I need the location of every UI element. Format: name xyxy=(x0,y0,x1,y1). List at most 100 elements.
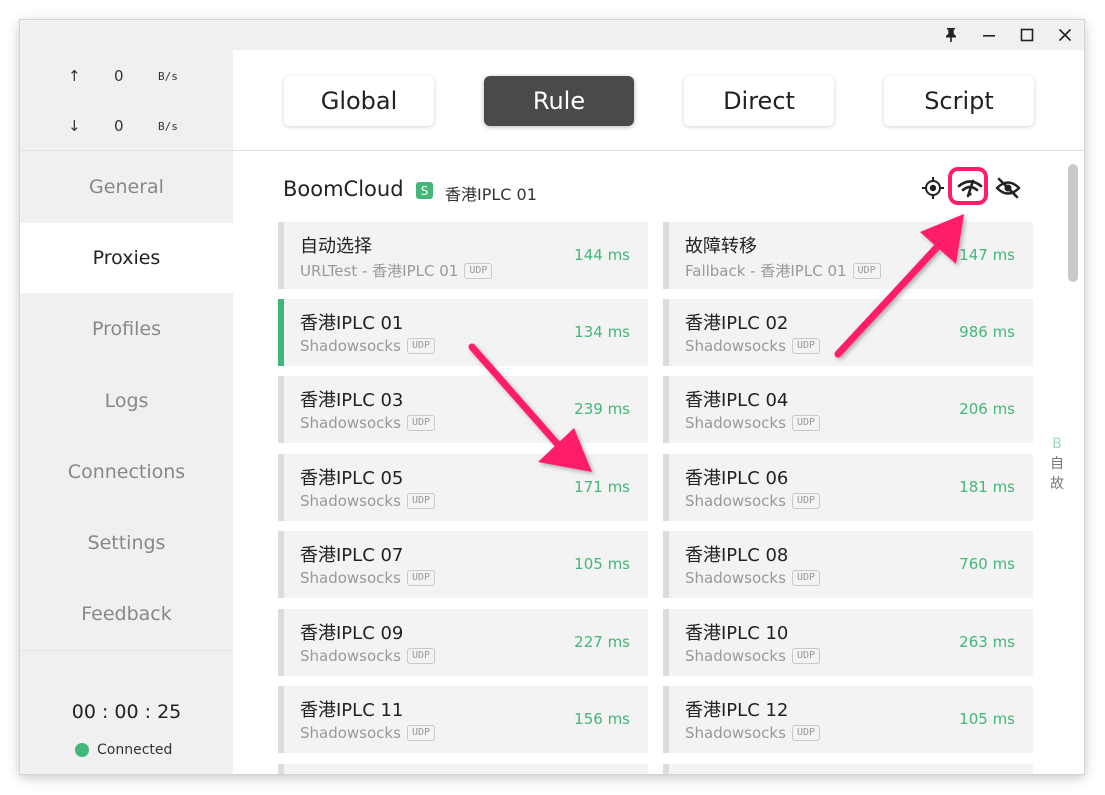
mode-bar: Global Rule Direct Script xyxy=(233,50,1084,151)
download-speed: ↓ 0 B/s xyxy=(20,115,233,139)
sidebar-item-feedback[interactable]: Feedback xyxy=(20,579,233,649)
proxy-card[interactable]: 香港IPLC 11 Shadowsocks UDP 156 ms xyxy=(278,686,648,753)
proxy-card[interactable]: 香港IPLC 10 Shadowsocks UDP 263 ms xyxy=(663,609,1033,676)
proxy-type-label: Shadowsocks xyxy=(685,647,786,665)
proxy-type: Shadowsocks UDP xyxy=(300,337,435,355)
card-indicator xyxy=(663,376,669,443)
proxy-delay[interactable]: 986 ms xyxy=(959,323,1015,341)
udp-badge: UDP xyxy=(406,648,435,664)
hide-eye-icon[interactable] xyxy=(994,174,1022,202)
proxy-delay[interactable]: 206 ms xyxy=(959,400,1015,418)
status-dot-icon xyxy=(75,743,89,757)
proxy-name: 香港IPLC 12 xyxy=(685,700,789,721)
uptime-timer: 00 : 00 : 25 xyxy=(71,701,182,723)
udp-badge: UDP xyxy=(464,262,493,279)
proxy-name: 香港IPLC 04 xyxy=(685,390,789,411)
index-item[interactable]: B xyxy=(1047,434,1067,454)
proxy-name: 香港IPLC 09 xyxy=(300,623,404,644)
udp-badge: UDP xyxy=(791,415,820,431)
proxy-delay[interactable]: 227 ms xyxy=(574,633,630,651)
proxy-type-label: Shadowsocks xyxy=(300,647,401,665)
udp-badge: UDP xyxy=(791,570,820,586)
mode-global-button[interactable]: Global xyxy=(284,76,434,126)
locate-icon[interactable] xyxy=(919,174,947,202)
card-body: 香港IPLC 04 Shadowsocks UDP 206 ms xyxy=(673,376,1033,443)
minimize-icon[interactable] xyxy=(970,20,1008,50)
app-window: ↑ 0 B/s ↓ 0 B/s General Proxies Profiles… xyxy=(20,20,1084,774)
mode-rule-button[interactable]: Rule xyxy=(484,76,634,126)
udp-badge: UDP xyxy=(791,648,820,664)
proxy-name: 自动选择 xyxy=(300,236,372,257)
proxy-type-label: Shadowsocks xyxy=(685,414,786,432)
udp-badge: UDP xyxy=(406,725,435,741)
sidebar-item-connections[interactable]: Connections xyxy=(20,437,233,507)
proxy-delay[interactable]: 263 ms xyxy=(959,633,1015,651)
sidebar-item-profiles[interactable]: Profiles xyxy=(20,294,233,364)
maximize-icon[interactable] xyxy=(1008,20,1046,50)
proxy-type-label: URLTest - 香港IPLC 01 xyxy=(300,262,459,280)
proxy-card[interactable]: 香港IPLC 04 Shadowsocks UDP 206 ms xyxy=(663,376,1033,443)
sidebar-item-general[interactable]: General xyxy=(20,152,233,222)
card-body: 香港IPLC 01 Shadowsocks UDP 134 ms xyxy=(288,299,648,366)
proxy-card[interactable]: 香港IPLC 07 Shadowsocks UDP 105 ms xyxy=(278,531,648,598)
card-indicator xyxy=(278,376,284,443)
proxy-card-selected[interactable]: 香港IPLC 01 Shadowsocks UDP 134 ms xyxy=(278,299,648,366)
proxy-card[interactable]: 香港IPLC 05 Shadowsocks UDP 171 ms xyxy=(278,454,648,521)
proxy-card[interactable]: 香港IPLC 09 Shadowsocks UDP 227 ms xyxy=(278,609,648,676)
close-icon[interactable] xyxy=(1046,20,1084,50)
proxy-delay[interactable]: 760 ms xyxy=(959,555,1015,573)
proxy-type-label: Shadowsocks xyxy=(685,492,786,510)
card-body: 香港IPLC 09 Shadowsocks UDP 227 ms xyxy=(288,609,648,676)
proxy-delay[interactable]: 105 ms xyxy=(574,555,630,573)
index-item[interactable]: 自 xyxy=(1047,454,1067,474)
proxy-delay[interactable]: 134 ms xyxy=(574,323,630,341)
group-quick-index: B 自 故 xyxy=(1047,434,1067,494)
proxy-delay[interactable]: 105 ms xyxy=(959,710,1015,728)
mode-script-button[interactable]: Script xyxy=(884,76,1034,126)
card-indicator xyxy=(663,222,669,289)
mode-direct-button[interactable]: Direct xyxy=(684,76,834,126)
card-indicator xyxy=(663,299,669,366)
proxy-card-partial[interactable] xyxy=(663,764,1033,774)
proxy-card[interactable]: 香港IPLC 03 Shadowsocks UDP 239 ms xyxy=(278,376,648,443)
udp-badge: UDP xyxy=(791,725,820,741)
proxy-name: 香港IPLC 11 xyxy=(300,700,404,721)
sidebar-item-settings[interactable]: Settings xyxy=(20,508,233,578)
proxy-name: 香港IPLC 08 xyxy=(685,545,789,566)
card-indicator xyxy=(278,299,284,366)
card-body: 香港IPLC 06 Shadowsocks UDP 181 ms xyxy=(673,454,1033,521)
proxy-card[interactable]: 香港IPLC 06 Shadowsocks UDP 181 ms xyxy=(663,454,1033,521)
proxy-delay[interactable]: 239 ms xyxy=(574,400,630,418)
card-indicator xyxy=(663,531,669,598)
scrollbar-thumb[interactable] xyxy=(1068,164,1078,282)
proxy-delay[interactable]: 181 ms xyxy=(959,478,1015,496)
upload-arrow-icon: ↑ xyxy=(68,67,81,85)
index-item[interactable]: 故 xyxy=(1047,474,1067,494)
sidebar-item-logs[interactable]: Logs xyxy=(20,366,233,436)
title-bar xyxy=(20,20,1084,50)
proxy-name: 香港IPLC 01 xyxy=(300,313,404,334)
proxy-card[interactable]: 香港IPLC 02 Shadowsocks UDP 986 ms xyxy=(663,299,1033,366)
connection-status-label: Connected xyxy=(97,742,173,758)
upload-value: 0 xyxy=(114,67,124,85)
sidebar-item-proxies[interactable]: Proxies xyxy=(20,223,233,293)
connection-status-panel: 00 : 00 : 25 Connected xyxy=(20,650,233,774)
card-body: 香港IPLC 11 Shadowsocks UDP 156 ms xyxy=(288,686,648,753)
card-indicator xyxy=(278,609,284,676)
proxy-delay[interactable]: 147 ms xyxy=(959,246,1015,264)
proxy-card[interactable]: 自动选择 URLTest - 香港IPLC 01 UDP 144 ms xyxy=(278,222,648,289)
pin-icon[interactable] xyxy=(932,20,970,50)
proxy-card[interactable]: 香港IPLC 12 Shadowsocks UDP 105 ms xyxy=(663,686,1033,753)
proxy-delay[interactable]: 144 ms xyxy=(574,246,630,264)
proxy-card[interactable]: 故障转移 Fallback - 香港IPLC 01 UDP 147 ms xyxy=(663,222,1033,289)
proxy-card-partial[interactable] xyxy=(278,764,648,774)
proxy-type: Shadowsocks UDP xyxy=(685,569,820,587)
card-indicator xyxy=(663,609,669,676)
card-body: 香港IPLC 12 Shadowsocks UDP 105 ms xyxy=(673,686,1033,753)
proxy-delay[interactable]: 171 ms xyxy=(574,478,630,496)
download-arrow-icon: ↓ xyxy=(68,117,81,135)
proxy-card[interactable]: 香港IPLC 08 Shadowsocks UDP 760 ms xyxy=(663,531,1033,598)
proxy-type-label: Shadowsocks xyxy=(300,337,401,355)
card-body: 香港IPLC 03 Shadowsocks UDP 239 ms xyxy=(288,376,648,443)
proxy-delay[interactable]: 156 ms xyxy=(574,710,630,728)
